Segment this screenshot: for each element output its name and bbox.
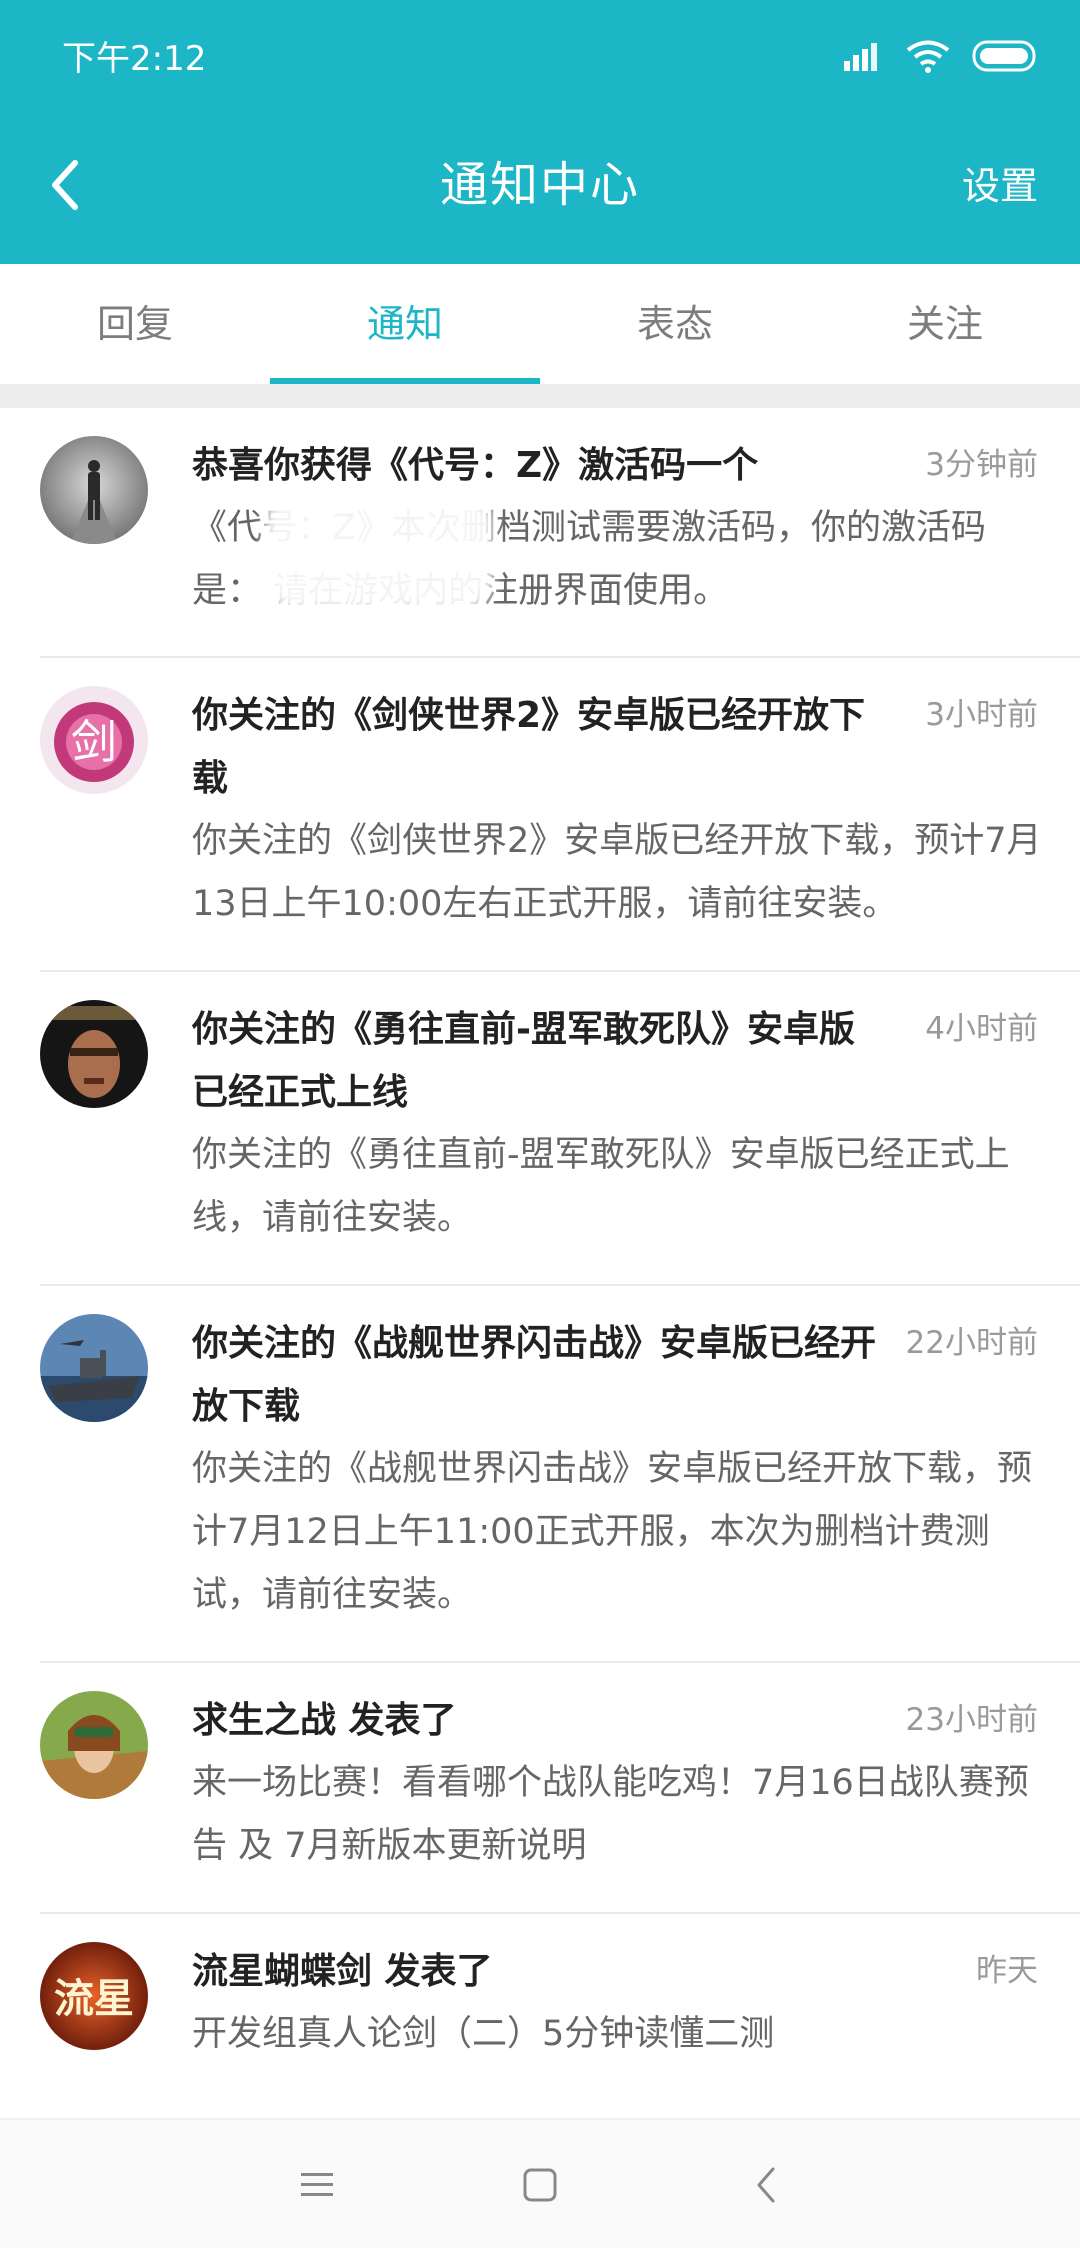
notification-title: 你关注的《勇往直前-盟军敢死队》安卓版已经正式上线 — [192, 1009, 855, 1113]
notification-item[interactable]: 剑 你关注的《剑侠世界2》安卓版已经开放下载 3小时前 你关注的《剑侠世界2》安… — [0, 658, 1080, 972]
walking-man-avatar — [40, 436, 148, 544]
notification-time: 昨天 — [976, 1953, 1038, 1989]
notification-list: 恭喜你获得《代号：Z》激活码一个 3分钟前 《代号：Z》本次删档测试需要激活码，… — [0, 408, 1080, 2114]
notification-time: 3小时前 — [925, 697, 1038, 733]
commandos-game-avatar — [40, 1000, 148, 1108]
meteor-sword-avatar: 流星 — [40, 1942, 148, 2050]
tab-reply[interactable]: 回复 — [0, 264, 270, 384]
chevron-left-icon — [757, 2167, 775, 2203]
notification-title: 流星蝴蝶剑 发表了 — [192, 1951, 493, 1992]
recent-apps-button[interactable] — [282, 2150, 352, 2220]
jianxia-game-avatar: 剑 — [40, 686, 148, 794]
square-icon — [523, 2168, 557, 2202]
system-navigation-bar — [0, 2118, 1080, 2248]
notification-time: 4小时前 — [925, 1011, 1038, 1047]
home-button[interactable] — [505, 2150, 575, 2220]
notification-time: 3分钟前 — [925, 447, 1038, 483]
svg-text:剑: 剑 — [71, 715, 117, 769]
notification-title: 你关注的《战舰世界闪击战》安卓版已经开放下载 — [192, 1323, 877, 1427]
notification-title: 你关注的《剑侠世界2》安卓版已经开放下载 — [192, 695, 866, 799]
notification-body: 你关注的《战舰世界闪击战》安卓版已经开放下载，预计7月12日上午11:00正式开… — [192, 1449, 1033, 1615]
battery-icon — [972, 40, 1040, 76]
notification-item[interactable]: 你关注的《战舰世界闪击战》安卓版已经开放下载 22小时前 你关注的《战舰世界闪击… — [0, 1286, 1080, 1663]
status-icons — [844, 38, 1040, 78]
tab-bar: 回复 通知 表态 关注 — [0, 264, 1080, 384]
tab-reaction[interactable]: 表态 — [540, 264, 810, 384]
warship-game-avatar — [40, 1314, 148, 1422]
notification-body: 你关注的《剑侠世界2》安卓版已经开放下载，预计7月13日上午10:00左右正式开… — [192, 821, 1042, 924]
notification-body: 你关注的《勇往直前-盟军敢死队》安卓版已经正式上线，请前往安装。 — [192, 1135, 1010, 1238]
signal-icon — [844, 41, 884, 75]
menu-icon — [301, 2173, 333, 2196]
notification-item[interactable]: 求生之战 发表了 23小时前 来一场比赛！看看哪个战队能吃鸡！7月16日战队赛预… — [0, 1663, 1080, 1914]
redacted-code-mask — [264, 492, 494, 612]
page-title: 通知中心 — [439, 157, 640, 213]
notification-title: 恭喜你获得《代号：Z》激活码一个 — [192, 445, 759, 486]
section-gap — [0, 384, 1080, 408]
system-back-button[interactable] — [731, 2150, 801, 2220]
notification-body: 来一场比赛！看看哪个战队能吃鸡！7月16日战队赛预告 及 7月新版本更新说明 — [192, 1763, 1029, 1866]
tab-follow[interactable]: 关注 — [810, 264, 1080, 384]
notification-title: 求生之战 发表了 — [192, 1700, 457, 1741]
status-time: 下午2:12 — [62, 39, 207, 79]
tab-notification[interactable]: 通知 — [270, 264, 540, 384]
settings-button[interactable]: 设置 — [962, 160, 1038, 212]
notification-body: 开发组真人论剑（二）5分钟读懂二测 — [192, 2014, 775, 2054]
notification-time: 22小时前 — [905, 1325, 1038, 1361]
svg-text:流星: 流星 — [54, 1975, 134, 2022]
notification-item[interactable]: 流星 流星蝴蝶剑 发表了 昨天 开发组真人论剑（二）5分钟读懂二测 — [0, 1914, 1080, 2114]
survival-game-avatar — [40, 1691, 148, 1799]
notification-time: 23小时前 — [905, 1702, 1038, 1738]
wifi-icon — [906, 39, 950, 77]
notification-item[interactable]: 恭喜你获得《代号：Z》激活码一个 3分钟前 《代号：Z》本次删档测试需要激活码，… — [0, 408, 1080, 658]
app-header: 下午2:12 通知中心 设置 — [0, 0, 1080, 264]
notification-item[interactable]: 你关注的《勇往直前-盟军敢死队》安卓版已经正式上线 4小时前 你关注的《勇往直前… — [0, 972, 1080, 1286]
